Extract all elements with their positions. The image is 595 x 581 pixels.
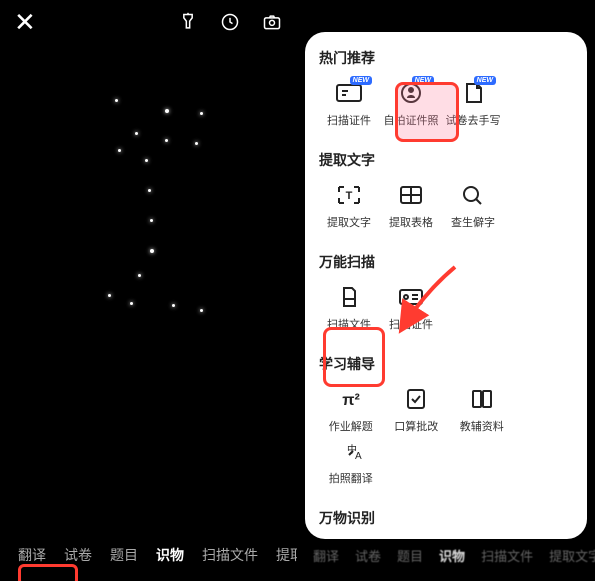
file-icon (334, 284, 364, 310)
magnify-icon (458, 182, 488, 208)
item-label: 扫描证件 (389, 316, 433, 332)
section-study: 学习辅导 π² 作业解题 口算批改 (319, 354, 573, 486)
tab-extract-text[interactable]: 提取文字 (276, 545, 297, 565)
svg-text:A: A (355, 451, 362, 462)
item-label: 自拍证件照 (384, 112, 439, 128)
tab-paper: 试卷 (355, 546, 381, 565)
section-title: 热门推荐 (319, 48, 573, 68)
section-identify: 万物识别 搜同款商品 垃圾分类 (319, 508, 573, 539)
item-label: 扫描证件 (327, 112, 371, 128)
selfie-icon: NEW (396, 80, 426, 106)
camera-screen: ✕ (0, 0, 297, 581)
mode-tabs-blurred: 翻译 试卷 题目 识物 扫描文件 提取文字 (297, 546, 595, 565)
svg-text:T: T (346, 190, 353, 202)
item-mental-math[interactable]: 口算批改 (385, 386, 449, 434)
menu-screen: ✕ 热门推荐 (297, 0, 595, 581)
tab-extract-text: 提取文字 (549, 546, 595, 565)
camera-viewfinder (0, 44, 297, 525)
tab-paper[interactable]: 试卷 (64, 545, 92, 565)
text-scan-icon: T (334, 182, 364, 208)
item-label: 提取文字 (327, 214, 371, 230)
item-photo-translate[interactable]: 中A 拍照翻译 (319, 438, 383, 486)
item-remove-handwriting[interactable]: NEW 试卷去手写 (443, 80, 503, 128)
tab-scan-file: 扫描文件 (481, 546, 533, 565)
item-label: 教辅资料 (460, 418, 504, 434)
section-title: 提取文字 (319, 150, 573, 170)
translate-icon: 中A (336, 438, 366, 464)
item-label: 扫描文件 (327, 316, 371, 332)
item-scan-id2[interactable]: 扫描证件 (381, 284, 441, 332)
section-title: 学习辅导 (319, 354, 573, 374)
section-popular: 热门推荐 NEW 扫描证件 NEW 自拍证件照 (319, 48, 573, 128)
tab-question: 题目 (397, 546, 423, 565)
new-badge: NEW (474, 76, 496, 85)
tab-question[interactable]: 题目 (110, 545, 138, 565)
tab-translate: 翻译 (313, 546, 339, 565)
camera-icon[interactable] (261, 11, 283, 33)
item-label: 拍照翻译 (329, 470, 373, 486)
item-teaching-materials[interactable]: 教辅资料 (450, 386, 514, 434)
table-icon (396, 182, 426, 208)
features-panel: 热门推荐 NEW 扫描证件 NEW 自拍证件照 (305, 32, 587, 539)
top-bar-left: ✕ (0, 0, 297, 44)
annotation-highlight (18, 564, 78, 581)
flashlight-icon[interactable] (177, 11, 199, 33)
new-badge: NEW (350, 76, 372, 85)
paper-icon: NEW (458, 80, 488, 106)
item-scan-file[interactable]: 扫描文件 (319, 284, 379, 332)
item-label: 作业解题 (329, 418, 373, 434)
section-title: 万物识别 (319, 508, 573, 528)
item-label: 查生僻字 (451, 214, 495, 230)
new-badge: NEW (412, 76, 434, 85)
id-card-icon: NEW (334, 80, 364, 106)
item-rare-chars[interactable]: 查生僻字 (443, 182, 503, 230)
section-universal-scan: 万能扫描 扫描文件 扫描证件 (319, 252, 573, 332)
pi-icon: π² (336, 386, 366, 412)
check-doc-icon (401, 386, 431, 412)
tab-scan-file[interactable]: 扫描文件 (202, 545, 258, 565)
books-icon (467, 386, 497, 412)
svg-text:π²: π² (342, 392, 360, 409)
item-scan-id[interactable]: NEW 扫描证件 (319, 80, 379, 128)
section-title: 万能扫描 (319, 252, 573, 272)
item-extract-text[interactable]: T 提取文字 (319, 182, 379, 230)
mode-tabs: 翻译 试卷 题目 识物 扫描文件 提取文字 (0, 545, 297, 565)
item-label: 口算批改 (394, 418, 438, 434)
item-homework[interactable]: π² 作业解题 (319, 386, 383, 434)
section-extract-text: 提取文字 T 提取文字 提取表格 (319, 150, 573, 230)
tab-identify[interactable]: 识物 (156, 545, 184, 565)
history-icon[interactable] (219, 11, 241, 33)
close-button[interactable]: ✕ (14, 9, 36, 35)
tab-identify: 识物 (439, 546, 465, 565)
tab-translate[interactable]: 翻译 (18, 545, 46, 565)
item-selfie-id[interactable]: NEW 自拍证件照 (381, 80, 441, 128)
item-extract-table[interactable]: 提取表格 (381, 182, 441, 230)
item-label: 提取表格 (389, 214, 433, 230)
id-icon (396, 284, 426, 310)
item-label: 试卷去手写 (446, 112, 501, 128)
